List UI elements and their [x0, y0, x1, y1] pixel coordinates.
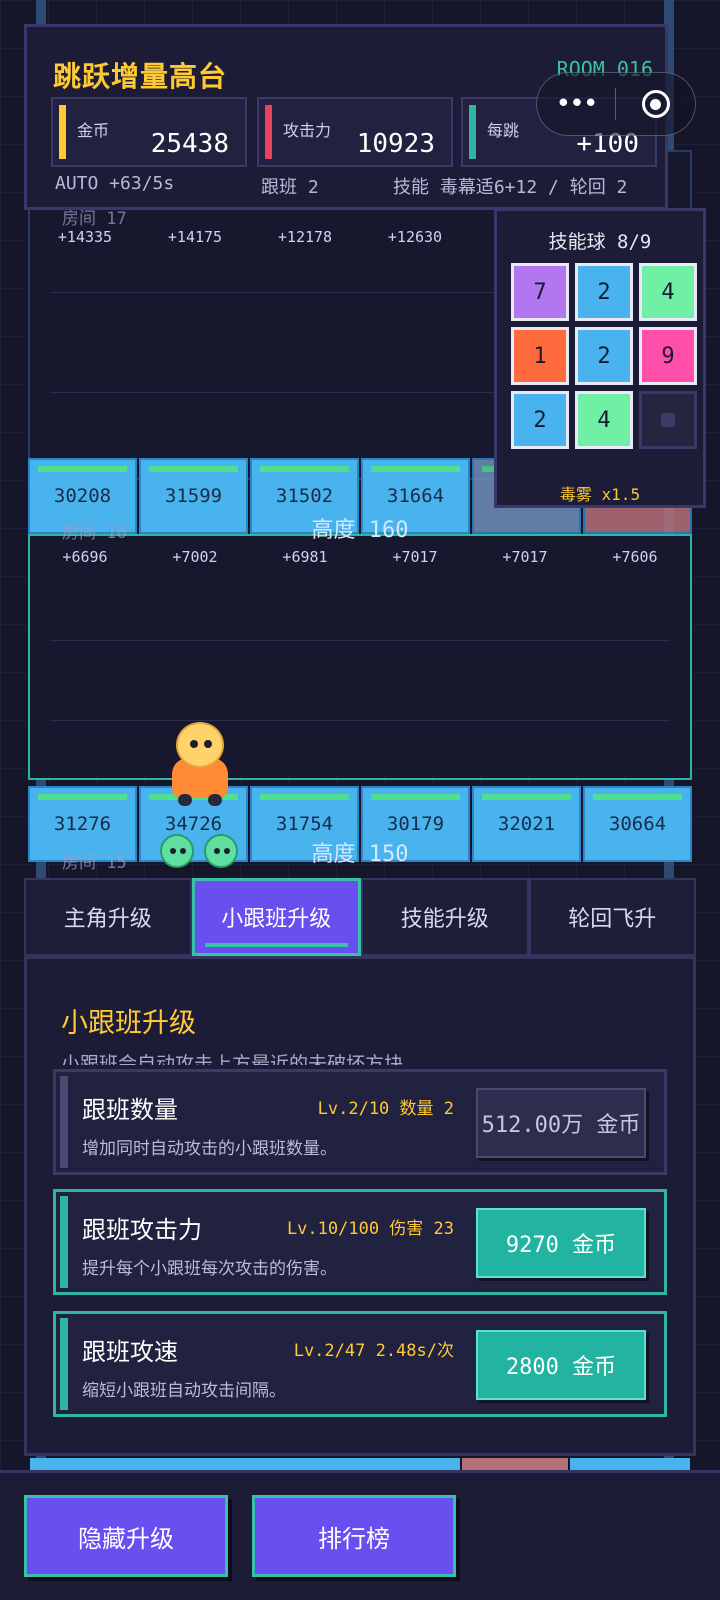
hero-character — [170, 722, 230, 806]
skill-ball[interactable]: 2 — [575, 327, 633, 385]
gain-value: +7017 — [502, 548, 548, 566]
upgrade-level: Lv.2/47 2.48s/次 — [293, 1341, 454, 1361]
upgrade-description: 提升每个小跟班每次攻击的伤害。 — [82, 1259, 337, 1279]
upgrade-card-follower-count: 跟班数量 Lv.2/10 数量 2 增加同时自动攻击的小跟班数量。 512.00… — [53, 1069, 667, 1175]
stat-label: 金币 — [77, 121, 110, 140]
gain-value: +7002 — [172, 548, 218, 566]
bottom-bar: 隐藏升级 排行榜 — [0, 1470, 720, 1600]
skill-summary: 技能 毒幕适6+12 / 轮回 2 — [393, 177, 628, 198]
skill-ball[interactable]: 7 — [511, 263, 569, 321]
gain-value: +6981 — [282, 548, 328, 566]
buy-button[interactable]: 2800 金币 — [476, 1330, 646, 1400]
game-title: 跳跃增量高台 — [53, 60, 228, 93]
tab-hero-upgrade[interactable]: 主角升级 — [24, 878, 192, 956]
upgrade-level: Lv.10/100 伤害 23 — [286, 1219, 454, 1239]
upgrade-tabs: 主角升级 小跟班升级 技能升级 轮回飞升 — [24, 878, 696, 956]
stat-label: 每跳 — [487, 121, 520, 140]
stat-value: 25438 — [150, 129, 229, 159]
upgrade-description: 缩短小跟班自动攻击间隔。 — [82, 1381, 286, 1401]
panel-title: 小跟班升级 — [61, 1008, 196, 1039]
follower-count: 跟班 2 — [261, 177, 319, 198]
follower-minion — [160, 834, 194, 868]
tab-follower-upgrade[interactable]: 小跟班升级 — [191, 878, 361, 956]
room-label: 房间 16 — [62, 523, 127, 543]
hide-upgrade-button[interactable]: 隐藏升级 — [24, 1495, 228, 1577]
close-target-icon[interactable] — [616, 90, 695, 118]
upgrade-card-follower-speed: 跟班攻速 Lv.2/47 2.48s/次 缩短小跟班自动攻击间隔。 2800 金… — [53, 1311, 667, 1417]
skill-ball-panel: 技能球 8/9 7 2 4 1 2 9 2 4 毒雾 x1.5 — [494, 208, 706, 508]
height-label: 高度 150 — [311, 842, 409, 867]
gain-row: +6696 +7002 +6981 +7017 +7017 +7606 — [30, 548, 690, 566]
height-label: 高度 160 — [311, 518, 409, 543]
upgrade-level: Lv.2/10 数量 2 — [317, 1099, 454, 1119]
panel-description: 小跟班会自动攻击上方最近的未破坏方块。 — [61, 1053, 423, 1065]
auto-income: AUTO +63/5s — [55, 173, 175, 194]
miniprogram-capsule: ••• — [536, 72, 696, 136]
skill-ball-empty-slot[interactable] — [639, 391, 697, 449]
skill-ball-grid: 7 2 4 1 2 9 2 4 — [511, 263, 697, 449]
stat-label: 攻击力 — [283, 121, 332, 140]
upgrade-name: 跟班攻击力 — [82, 1216, 202, 1244]
skill-ball-title: 技能球 8/9 — [548, 231, 652, 253]
upgrade-name: 跟班攻速 — [82, 1338, 178, 1366]
buy-button[interactable]: 9270 金币 — [476, 1208, 646, 1278]
gain-value: +7017 — [392, 548, 438, 566]
attack-bar — [265, 105, 272, 159]
skill-ball[interactable]: 2 — [575, 263, 633, 321]
skill-effect: 毒雾 x1.5 — [559, 485, 641, 504]
leaderboard-button[interactable]: 排行榜 — [252, 1495, 456, 1577]
attack-stat: 攻击力 10923 — [257, 97, 453, 167]
buy-button[interactable]: 512.00万 金币 — [476, 1088, 646, 1158]
more-menu-icon[interactable]: ••• — [537, 89, 615, 119]
per-jump-bar — [469, 105, 476, 159]
skill-ball[interactable]: 4 — [639, 263, 697, 321]
room-16: 高度 160 房间 16 +6696 +7002 +6981 +7017 +70… — [28, 518, 692, 780]
coin-bar — [59, 105, 66, 159]
coin-stat: 金币 25438 — [51, 97, 247, 167]
gain-value: +14335 — [57, 228, 113, 246]
skill-ball[interactable]: 9 — [639, 327, 697, 385]
gain-value: +7606 — [612, 548, 658, 566]
follower-minion — [204, 834, 238, 868]
upgrade-card-follower-attack: 跟班攻击力 Lv.10/100 伤害 23 提升每个小跟班每次攻击的伤害。 92… — [53, 1189, 667, 1295]
upgrade-panel: 小跟班升级 小跟班会自动攻击上方最近的未破坏方块。 跟班数量 Lv.2/10 数… — [24, 956, 696, 1456]
skill-ball[interactable]: 4 — [575, 391, 633, 449]
gain-value: +14175 — [167, 228, 223, 246]
gain-value: +12178 — [277, 228, 333, 246]
upgrade-description: 增加同时自动攻击的小跟班数量。 — [82, 1139, 337, 1159]
tab-skill-upgrade[interactable]: 技能升级 — [361, 878, 529, 956]
upgrade-name: 跟班数量 — [82, 1096, 178, 1124]
skill-ball[interactable]: 2 — [511, 391, 569, 449]
gain-value: +6696 — [62, 548, 108, 566]
skill-ball[interactable]: 1 — [511, 327, 569, 385]
room-label: 房间 15 — [62, 853, 127, 873]
stat-value: 10923 — [356, 129, 435, 159]
tab-rebirth[interactable]: 轮回飞升 — [528, 878, 696, 956]
gain-value: +12630 — [387, 228, 443, 246]
